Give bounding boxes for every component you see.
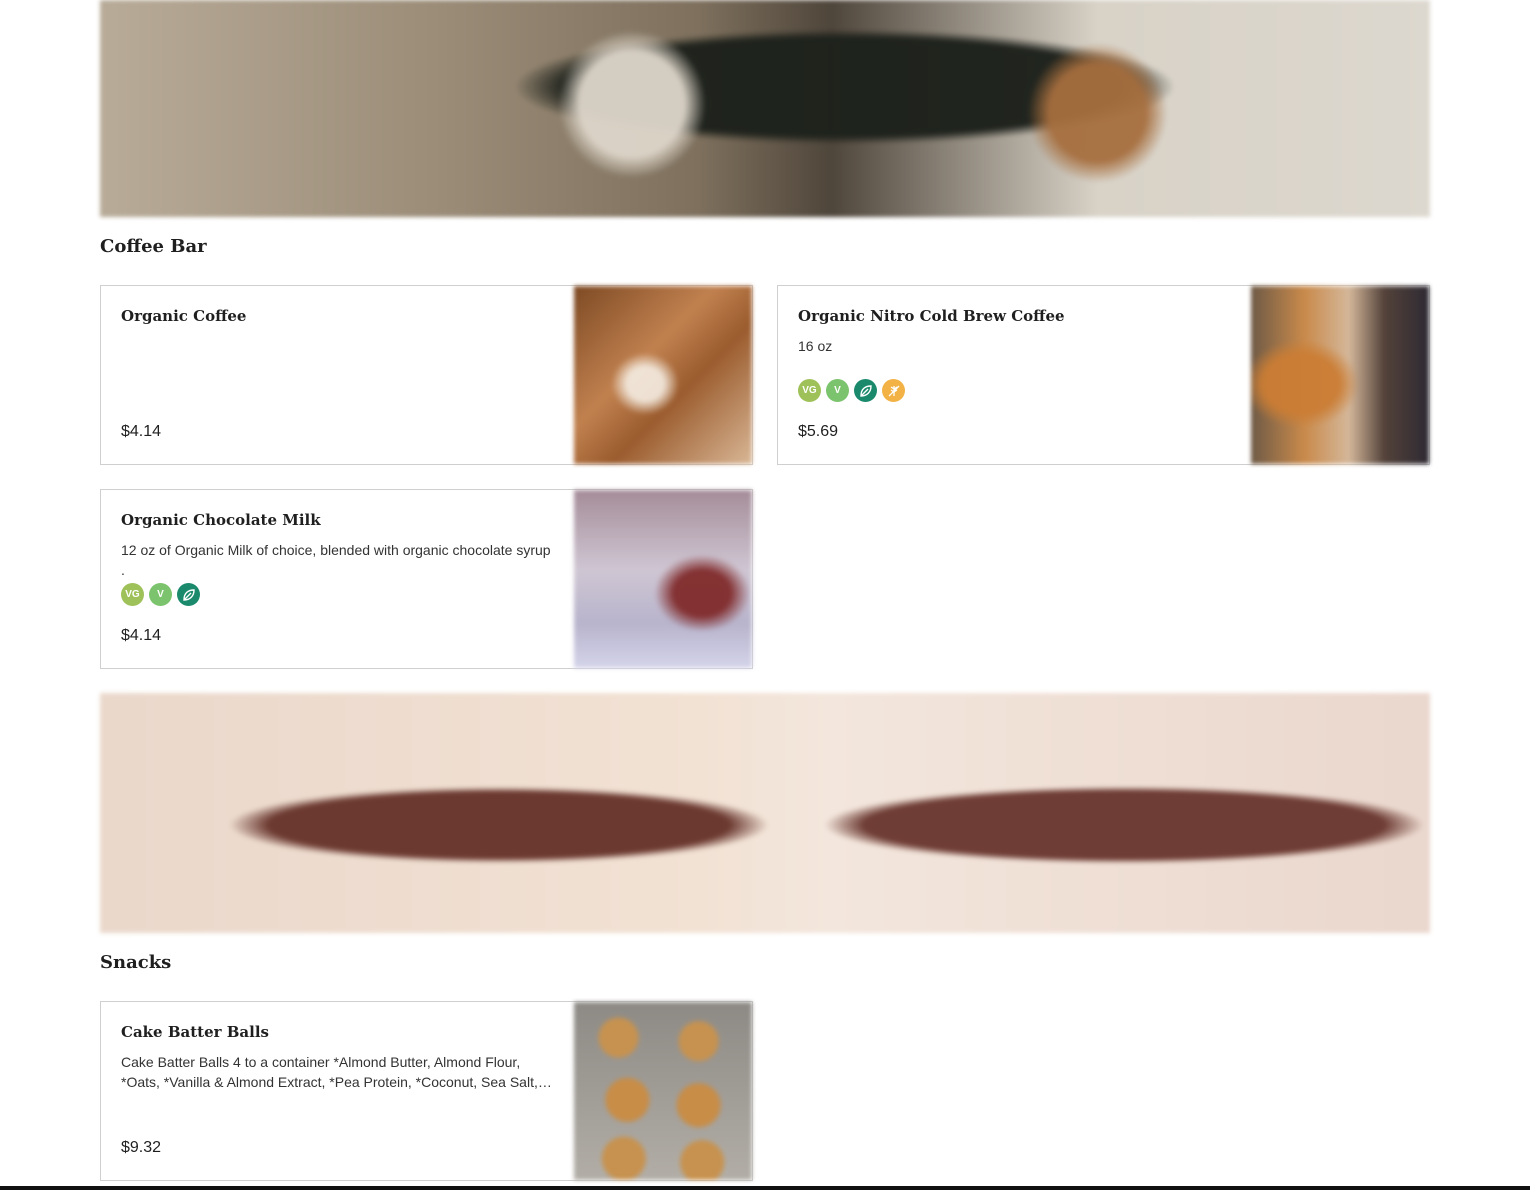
dietary-badges: VG V [798,379,905,402]
card-content: Cake Batter Balls Cake Batter Balls 4 to… [121,1022,557,1160]
item-price: $4.14 [121,627,162,644]
section-title-snacks: Snacks [100,952,172,973]
menu-item-card-organic-nitro-cold-brew-coffee[interactable]: Organic Nitro Cold Brew Coffee 16 oz VG … [777,285,1430,465]
menu-item-card-organic-coffee[interactable]: Organic Coffee $4.14 [100,285,753,465]
gluten-free-icon [882,379,905,402]
item-name: Organic Nitro Cold Brew Coffee [798,307,1065,325]
menu-item-card-cake-batter-balls[interactable]: Cake Batter Balls Cake Batter Balls 4 to… [100,1001,753,1181]
vegan-badge-icon: VG [121,583,144,606]
item-description: Cake Batter Balls 4 to a container *Almo… [121,1054,552,1090]
vegan-badge-icon: VG [798,379,821,402]
vegetarian-badge-icon: V [826,379,849,402]
item-description: 12 oz of Organic Milk of choice, blended… [121,542,551,578]
item-image [574,1002,752,1180]
section-title-coffee-bar: Coffee Bar [100,236,207,257]
card-content: Organic Coffee $4.14 [121,306,557,444]
card-content: Organic Nitro Cold Brew Coffee 16 oz VG … [798,306,1234,444]
item-name: Cake Batter Balls [121,1023,269,1041]
menu-item-card-organic-chocolate-milk[interactable]: Organic Chocolate Milk 12 oz of Organic … [100,489,753,669]
leaf-icon [177,583,200,606]
item-image [574,490,752,668]
menu-page: Coffee Bar Organic Coffee $4.14 Organic … [0,0,1530,1190]
item-image [574,286,752,464]
snacks-banner-image [100,693,1430,933]
item-image [1251,286,1429,464]
vegetarian-badge-icon: V [149,583,172,606]
leaf-icon [854,379,877,402]
bottom-bar [0,1186,1530,1190]
coffee-bar-banner-image [100,0,1430,217]
item-price: $9.32 [121,1139,162,1156]
item-price: $5.69 [798,423,839,440]
item-description: 16 oz [798,338,833,354]
item-name: Organic Coffee [121,307,247,325]
card-content: Organic Chocolate Milk 12 oz of Organic … [121,510,557,648]
item-price: $4.14 [121,423,162,440]
item-name: Organic Chocolate Milk [121,511,321,529]
dietary-badges: VG V [121,583,200,606]
